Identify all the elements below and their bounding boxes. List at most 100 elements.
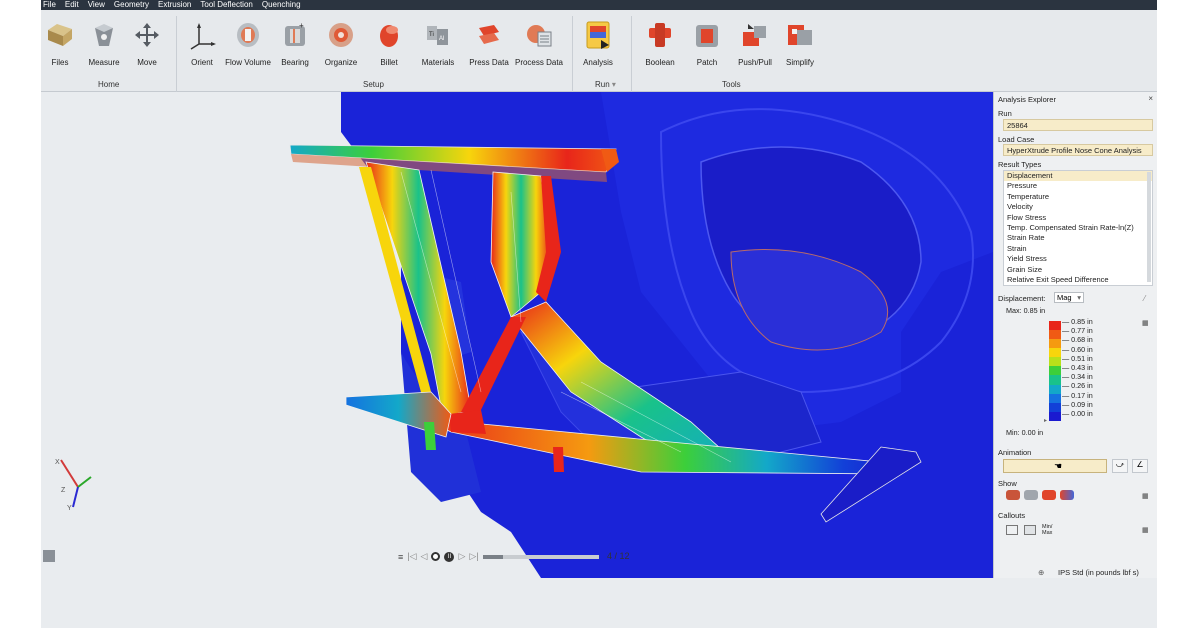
triad-x-label: X [55, 459, 60, 466]
result-type-item[interactable]: Grain Size [1004, 265, 1152, 275]
billet-button[interactable]: Billet [362, 20, 416, 67]
result-types-list[interactable]: Displacement Pressure Temperature Veloci… [1003, 170, 1153, 286]
next-frame-icon[interactable]: ▷ [458, 551, 465, 562]
model-viewport[interactable]: X Z Y ≡ |◁ ◁ II ▷ ▷| 4 / 12 [41, 92, 993, 578]
previous-frame-icon[interactable]: ◁ [421, 551, 428, 562]
show-mesh-icon[interactable] [1024, 490, 1038, 500]
bearing-icon: + [280, 20, 310, 50]
menu-extrusion[interactable]: Extrusion [158, 0, 192, 11]
ribbon-separator [631, 16, 632, 92]
boolean-button[interactable]: Boolean [633, 20, 687, 67]
process-data-button[interactable]: Process Data [512, 20, 566, 67]
playback-menu-icon[interactable]: ≡ [398, 552, 403, 562]
setup-group-label: Setup [363, 80, 384, 89]
load-case-field[interactable]: HyperXtrude Profile Nose Cone Analysis [1003, 144, 1153, 156]
result-type-item[interactable]: Yield Stress [1004, 254, 1152, 264]
first-frame-icon[interactable]: |◁ [407, 551, 416, 562]
extrusion-result-render [289, 92, 993, 578]
run-group-label[interactable]: Run ▾ [595, 80, 616, 89]
menu-quenching[interactable]: Quenching [262, 0, 301, 10]
last-frame-icon[interactable]: ▷| [469, 551, 478, 562]
legend-value: — 0.26 in [1062, 381, 1093, 391]
record-icon[interactable] [431, 552, 441, 561]
result-type-item[interactable]: Temp. Compensated Strain Rate-ln(Z) [1004, 223, 1152, 233]
view-cube-icon[interactable] [43, 550, 55, 562]
press-data-button[interactable]: Press Data [462, 20, 516, 67]
pause-icon[interactable]: II [444, 551, 455, 562]
legend-value: — 0.85 in [1062, 317, 1093, 326]
result-type-item[interactable]: Velocity [1004, 202, 1152, 212]
playback-bar: ≡ |◁ ◁ II ▷ ▷| [398, 551, 599, 562]
legend-value: — 0.77 in [1062, 326, 1093, 336]
animation-field[interactable]: ☚ [1003, 459, 1107, 473]
page-counter: 4 / 12 [607, 551, 630, 561]
units-label[interactable]: IPS Std (in pounds lbf s) [1058, 568, 1139, 577]
flow-volume-label: Flow Volume [225, 58, 271, 67]
legend-swatch [1049, 321, 1061, 331]
menu-view[interactable]: View [88, 0, 105, 10]
cursor-icon: ☚ [1054, 461, 1063, 471]
chevron-down-icon: ▾ [611, 80, 616, 89]
units-icon: ⊕ [1038, 568, 1045, 577]
patch-button[interactable]: Patch [680, 20, 734, 67]
menu-bar: File Edit View Geometry Extrusion Tool D… [41, 0, 1157, 11]
legend-max-value: 0.85 in [1023, 306, 1046, 315]
move-button[interactable]: Move [120, 20, 174, 67]
show-vector-icon[interactable] [1060, 490, 1074, 500]
legend-swatch [1049, 393, 1061, 403]
legend-swatch [1049, 384, 1061, 394]
show-deformed-icon[interactable] [1042, 490, 1056, 500]
boolean-icon [645, 20, 675, 50]
measure-icon [89, 20, 119, 50]
move-icon [132, 20, 162, 50]
analysis-explorer-panel: Analysis Explorer × Run 25864 Load Case … [993, 92, 1157, 578]
flow-volume-button[interactable]: Flow Volume [221, 20, 275, 67]
close-icon[interactable]: × [1148, 94, 1153, 103]
pin-icon[interactable]: ⁄ [1144, 294, 1145, 303]
legend-swatch [1049, 339, 1061, 349]
menu-geometry[interactable]: Geometry [114, 0, 149, 10]
callouts-menu-icon[interactable]: ▦ [1142, 526, 1149, 534]
menu-tool-deflection[interactable]: Tool Deflection [200, 0, 252, 10]
min-max-callout-button[interactable]: Min/ Max [1042, 524, 1060, 536]
result-type-item[interactable]: Strain [1004, 244, 1152, 254]
svg-text:Al: Al [439, 36, 444, 42]
organize-label: Organize [324, 58, 358, 67]
axis-triad: X Z Y [55, 459, 92, 512]
display-mode-select[interactable]: Mag ▾ [1054, 292, 1084, 303]
analysis-label: Analysis [583, 58, 613, 67]
run-field[interactable]: 25864 [1003, 119, 1153, 131]
process-data-label: Process Data [514, 58, 564, 67]
simplify-icon [785, 20, 815, 50]
result-type-item[interactable]: Pressure [1004, 181, 1152, 191]
menu-edit[interactable]: Edit [65, 0, 79, 10]
result-type-item[interactable]: Temperature [1004, 192, 1152, 202]
show-contour-icon[interactable] [1006, 490, 1020, 500]
list-scrollbar[interactable] [1147, 172, 1151, 282]
result-type-item[interactable]: Relative Exit Speed Difference [1004, 275, 1152, 285]
show-menu-icon[interactable]: ▦ [1142, 492, 1149, 500]
analysis-button[interactable]: Analysis [571, 20, 625, 67]
organize-button[interactable]: Organize [314, 20, 368, 67]
press-data-icon [474, 20, 504, 50]
analysis-icon [583, 20, 613, 50]
animation-mode-button[interactable]: ⤻ [1112, 459, 1128, 473]
animation-settings-button[interactable]: ∠ [1132, 459, 1148, 473]
callout-note-icon[interactable] [1024, 525, 1036, 535]
callouts-label: Callouts [998, 511, 1026, 520]
result-type-item[interactable]: Flow Stress [1004, 213, 1152, 223]
materials-button[interactable]: Ti Al Materials [411, 20, 465, 67]
process-data-icon [524, 20, 554, 50]
legend-value: — 0.43 in [1062, 363, 1093, 373]
boolean-label: Boolean [645, 58, 675, 67]
billet-icon [374, 20, 404, 50]
menu-file[interactable]: File [43, 0, 56, 10]
legend-value: — 0.51 in [1062, 353, 1093, 363]
result-type-item[interactable]: Displacement [1004, 171, 1152, 182]
playback-slider[interactable] [482, 554, 599, 559]
legend-menu-icon[interactable]: ▦ [1142, 319, 1149, 327]
result-type-item[interactable]: Strain Rate [1004, 233, 1152, 243]
legend-labels: — 0.85 in — 0.77 in — 0.68 in — 0.60 in — 0.… [1062, 317, 1093, 418]
callout-tag-icon[interactable] [1006, 525, 1018, 535]
simplify-button[interactable]: Simplify [773, 20, 827, 67]
